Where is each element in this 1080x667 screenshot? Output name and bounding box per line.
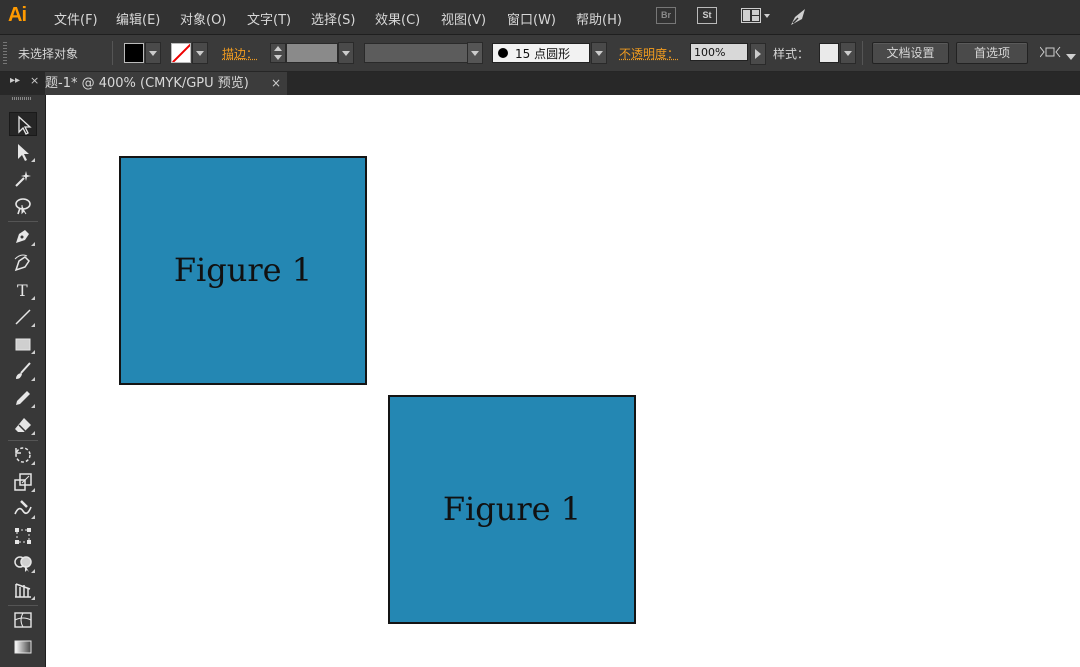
- rotate-tool-icon[interactable]: [9, 443, 37, 467]
- eraser-tool-icon[interactable]: [9, 413, 37, 437]
- collapse-panel-icon[interactable]: ▸▸: [10, 75, 20, 86]
- menu-object[interactable]: 对象(O): [180, 9, 226, 28]
- stroke-color-swatch[interactable]: [171, 43, 191, 63]
- control-bar-menu-arrow[interactable]: [1066, 49, 1076, 63]
- document-setup-button[interactable]: 文档设置: [872, 42, 949, 64]
- align-options-icon[interactable]: [1039, 44, 1062, 63]
- document-tab-bar: ▸▸ × 题-1* @ 400% (CMYK/GPU 预览) ×: [0, 72, 1080, 95]
- artboard-canvas[interactable]: Figure 1 Figure 1: [46, 95, 1080, 667]
- menu-select[interactable]: 选择(S): [311, 9, 355, 28]
- stroke-color-dropdown-arrow[interactable]: [192, 42, 208, 64]
- figure-box-2[interactable]: Figure 1: [388, 395, 636, 624]
- divider: [112, 41, 113, 65]
- publish-rocket-icon[interactable]: [789, 7, 809, 31]
- stroke-weight-field[interactable]: [286, 43, 338, 63]
- selection-status: 未选择对象: [18, 47, 79, 61]
- brush-dropdown-arrow[interactable]: [591, 42, 607, 64]
- brush-size: 15: [515, 47, 531, 61]
- scale-tool-icon[interactable]: [9, 470, 37, 494]
- fill-dropdown-arrow[interactable]: [145, 42, 161, 64]
- close-tab-icon[interactable]: ×: [271, 72, 281, 95]
- control-bar: 未选择对象 描边： 15 点圆形 不透明度： 100% 样式： 文档设置 首选项: [0, 35, 1080, 72]
- divider: [862, 41, 863, 65]
- app-logo: Ai: [8, 4, 27, 26]
- figure-label-2: Figure 1: [442, 489, 582, 528]
- tools-panel: T: [0, 95, 46, 667]
- tab-document-label: 题-1* @ 400% (CMYK/GPU 预览): [45, 76, 249, 91]
- arrange-documents-icon[interactable]: [741, 8, 771, 28]
- brush-dot-icon: [498, 48, 508, 58]
- menu-view[interactable]: 视图(V): [441, 9, 486, 28]
- direct-selection-tool-icon[interactable]: [9, 140, 37, 164]
- perspective-grid-tool-icon[interactable]: [9, 578, 37, 602]
- panel-close-icon[interactable]: ×: [30, 74, 39, 87]
- menu-bar: Ai 文件(F) 编辑(E) 对象(O) 文字(T) 选择(S) 效果(C) 视…: [0, 0, 1080, 35]
- stroke-weight-dropdown-arrow[interactable]: [338, 42, 354, 64]
- stroke-label-link[interactable]: 描边：: [222, 45, 258, 62]
- selection-tool-icon[interactable]: [9, 112, 37, 136]
- style-label: 样式：: [773, 47, 810, 61]
- opacity-slider-arrow[interactable]: [750, 43, 766, 65]
- variable-width-profile-field[interactable]: [364, 43, 472, 63]
- pencil-tool-icon[interactable]: [9, 386, 37, 410]
- shape-builder-tool-icon[interactable]: [9, 551, 37, 575]
- mesh-tool-icon[interactable]: [9, 608, 37, 632]
- fill-color-swatch[interactable]: [124, 43, 144, 63]
- rectangle-tool-icon[interactable]: [9, 332, 37, 356]
- tab-document[interactable]: 题-1* @ 400% (CMYK/GPU 预览) ×: [45, 72, 287, 95]
- menu-effect[interactable]: 效果(C): [375, 9, 420, 28]
- graphic-style-swatch[interactable]: [819, 43, 839, 63]
- gradient-tool-icon[interactable]: [9, 635, 37, 659]
- menu-window[interactable]: 窗口(W): [507, 9, 556, 28]
- pen-tool-icon[interactable]: [9, 224, 37, 248]
- menu-edit[interactable]: 编辑(E): [116, 9, 160, 28]
- menu-file[interactable]: 文件(F): [54, 9, 98, 28]
- brush-definition-field[interactable]: 15 点圆形: [492, 43, 590, 63]
- magic-wand-tool-icon[interactable]: [9, 167, 37, 191]
- opacity-field[interactable]: 100%: [690, 43, 748, 61]
- menu-type[interactable]: 文字(T): [247, 9, 291, 28]
- control-bar-grip[interactable]: [3, 42, 7, 64]
- free-transform-tool-icon[interactable]: [9, 524, 37, 548]
- line-segment-tool-icon[interactable]: [9, 305, 37, 329]
- graphic-style-dropdown-arrow[interactable]: [840, 42, 856, 64]
- menu-help[interactable]: 帮助(H): [576, 9, 622, 28]
- svg-text:T: T: [17, 281, 28, 300]
- brush-shape: 点圆形: [534, 47, 571, 61]
- curvature-tool-icon[interactable]: [9, 251, 37, 275]
- stock-icon[interactable]: St: [697, 7, 717, 24]
- bridge-icon[interactable]: Br: [656, 7, 676, 24]
- figure-box-1[interactable]: Figure 1: [119, 156, 367, 385]
- stroke-weight-spinner[interactable]: [270, 43, 286, 63]
- paintbrush-tool-icon[interactable]: [9, 359, 37, 383]
- lasso-tool-icon[interactable]: [9, 194, 37, 218]
- variable-width-dropdown-arrow[interactable]: [467, 42, 483, 64]
- type-tool-icon[interactable]: T: [9, 278, 37, 302]
- toolbar-grip[interactable]: [12, 97, 32, 100]
- warp-tool-icon[interactable]: [9, 497, 37, 521]
- figure-label-1: Figure 1: [173, 250, 313, 289]
- opacity-label-link[interactable]: 不透明度：: [619, 45, 679, 62]
- preferences-button[interactable]: 首选项: [956, 42, 1028, 64]
